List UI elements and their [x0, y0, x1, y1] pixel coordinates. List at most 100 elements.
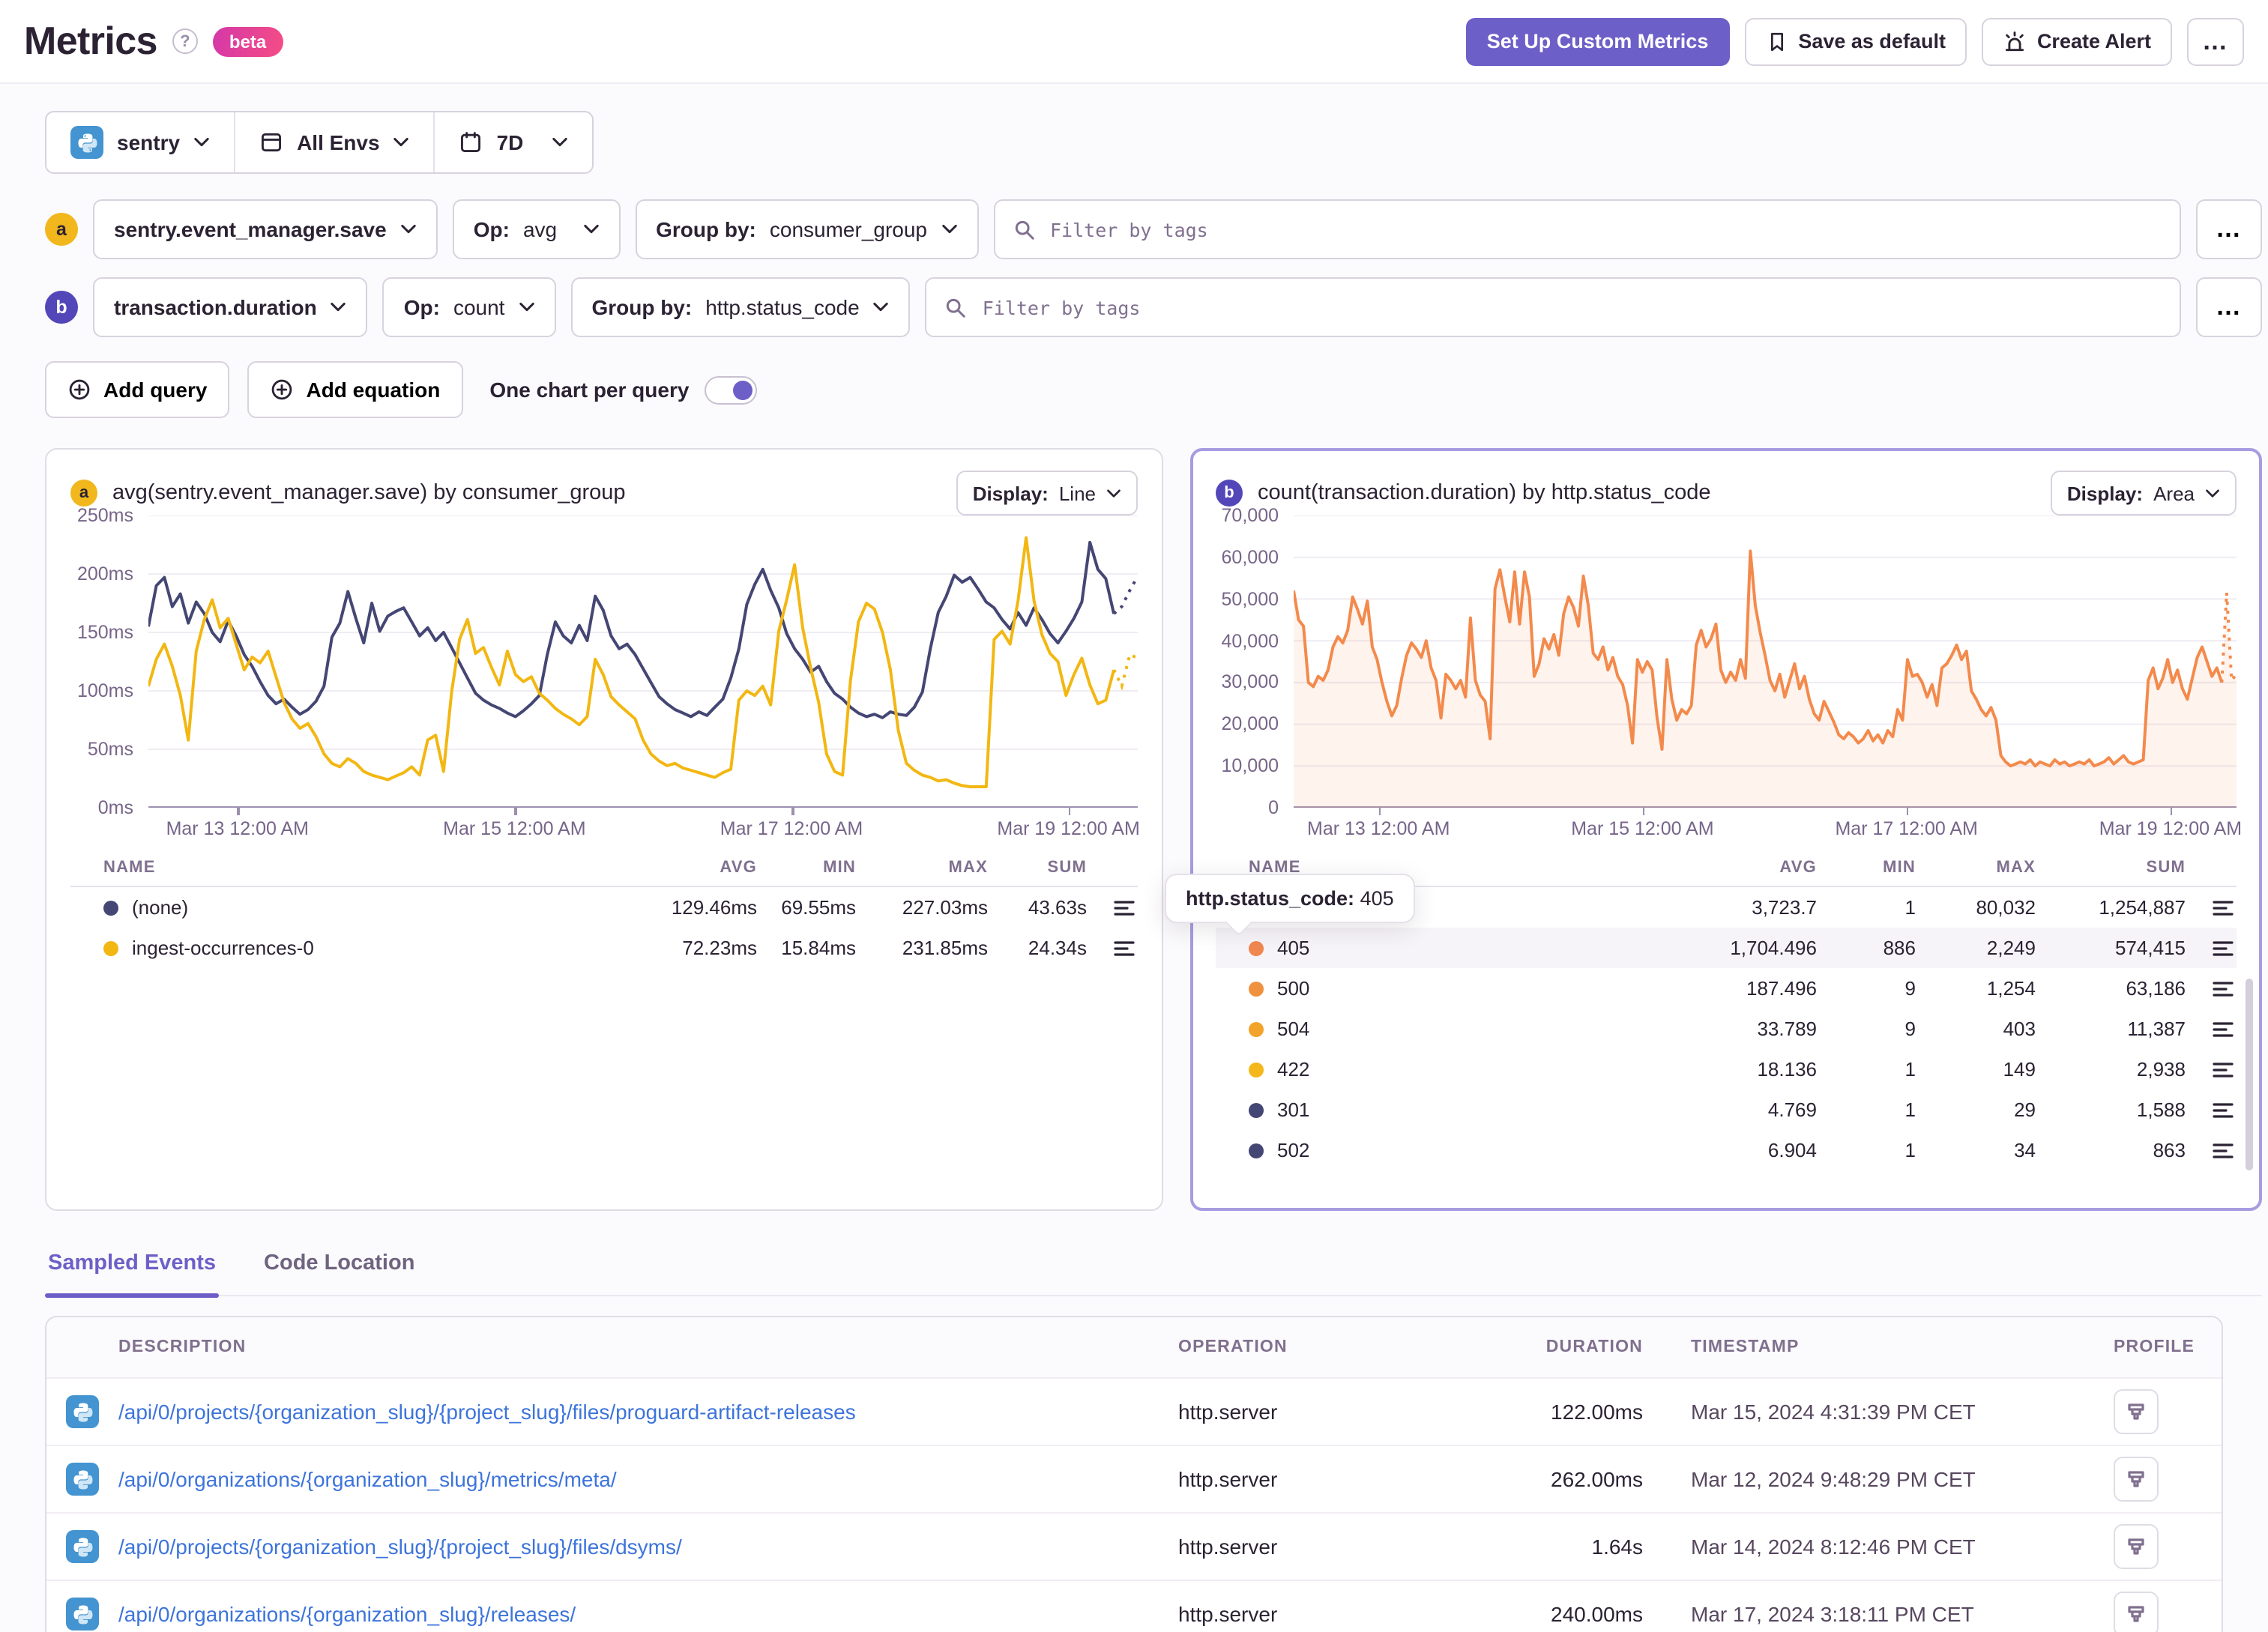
op-selector-b[interactable]: Op: count	[382, 277, 556, 337]
series-row-502[interactable]: 502 6.904 1 34 863	[1216, 1130, 2237, 1170]
chart-card-a: a avg(sentry.event_manager.save) by cons…	[45, 448, 1163, 1211]
metrics-page: sentry All Envs 7D a sentry.event_manage…	[0, 84, 2268, 1632]
events-table-header: DESCRIPTION OPERATION DURATION TIMESTAMP…	[46, 1317, 2222, 1377]
tag-filter-input-a[interactable]	[1047, 217, 2162, 242]
toggle-knob	[732, 380, 753, 399]
query-badge-a: a	[45, 213, 78, 246]
event-operation: http.server	[1178, 1535, 1278, 1559]
date-range-selector[interactable]: 7D	[433, 112, 593, 172]
chevron-down-icon	[941, 224, 956, 234]
series-context-menu-icon[interactable]	[2186, 1141, 2237, 1159]
python-project-icon	[66, 1395, 99, 1428]
python-project-icon	[66, 1530, 99, 1563]
chart-plot-b[interactable]: Mar 13 12:00 AM Mar 15 12:00 AM Mar 17 12:…	[1294, 516, 2242, 839]
profile-flamechart-icon	[2128, 1403, 2144, 1420]
add-query-button[interactable]: Add query	[45, 361, 230, 418]
profile-button[interactable]	[2114, 1389, 2159, 1434]
event-operation: http.server	[1178, 1467, 1278, 1491]
metric-selector-b[interactable]: transaction.duration	[93, 277, 368, 337]
display-selector-a[interactable]: Display: Line	[956, 471, 1138, 516]
query-actions: Add query Add equation One chart per que…	[45, 361, 2262, 418]
event-timestamp: Mar 17, 2024 3:18:11 PM CET	[1691, 1602, 1974, 1626]
event-timestamp: Mar 14, 2024 8:12:46 PM CET	[1691, 1535, 1976, 1559]
window-icon	[262, 133, 282, 152]
chart-title-a: avg(sentry.event_manager.save) by consum…	[112, 481, 626, 505]
profile-button[interactable]	[2114, 1524, 2159, 1569]
header-more-button[interactable]: …	[2187, 17, 2244, 65]
tab-code-location[interactable]: Code Location	[261, 1251, 417, 1295]
series-row[interactable]: (none) 129.46ms 69.55ms 227.03ms 43.63s	[70, 887, 1138, 928]
series-context-menu-icon[interactable]	[1087, 898, 1138, 916]
event-row: /api/0/projects/{organization_slug}/{pro…	[46, 1512, 2222, 1580]
y-axis-labels: 0ms 50ms 100ms 150ms 200ms 250ms	[76, 505, 133, 818]
display-selector-b[interactable]: Display: Area	[2050, 471, 2237, 516]
series-color-dot	[103, 940, 118, 955]
query-row-b: b transaction.duration Op: count Group by…	[45, 277, 2262, 337]
profile-flamechart-icon	[2128, 1471, 2144, 1487]
query-more-button-b[interactable]: …	[2196, 277, 2262, 337]
event-row: /api/0/projects/{organization_slug}/{pro…	[46, 1377, 2222, 1445]
series-color-dot	[1249, 1143, 1264, 1158]
series-row[interactable]: ingest-occurrences-0 72.23ms 15.84ms 231…	[70, 928, 1138, 968]
series-row-405[interactable]: 405 1,704.496 886 2,249 574,415	[1216, 928, 2237, 968]
help-icon[interactable]: ?	[172, 28, 198, 54]
chevron-down-icon	[552, 137, 568, 147]
series-context-menu-icon[interactable]	[2186, 979, 2237, 997]
summary-scrollbar[interactable]	[2246, 979, 2253, 1170]
profile-button[interactable]	[2114, 1457, 2159, 1502]
series-tooltip: http.status_code: 405	[1165, 874, 1415, 923]
profile-button[interactable]	[2114, 1592, 2159, 1632]
setup-custom-metrics-button[interactable]: Set Up Custom Metrics	[1465, 17, 1730, 65]
event-operation: http.server	[1178, 1602, 1278, 1626]
chevron-down-icon	[1107, 489, 1121, 497]
summary-header: NAME AVG MIN MAX SUM	[70, 848, 1138, 887]
add-equation-button[interactable]: Add equation	[247, 361, 463, 418]
series-context-menu-icon[interactable]	[2186, 939, 2237, 957]
chart-card-b[interactable]: b count(transaction.duration) by http.st…	[1165, 448, 2262, 1211]
page-header: Metrics ? beta Set Up Custom Metrics Sav…	[0, 0, 2268, 84]
chart-title-b: count(transaction.duration) by http.stat…	[1258, 481, 1711, 505]
tab-sampled-events[interactable]: Sampled Events	[45, 1251, 220, 1298]
series-color-dot	[1249, 981, 1264, 996]
series-context-menu-icon[interactable]	[2186, 1020, 2237, 1038]
groupby-selector-a[interactable]: Group by: consumer_group	[635, 199, 978, 259]
event-description-link[interactable]: /api/0/projects/{organization_slug}/{pro…	[118, 1535, 682, 1559]
metric-selector-a[interactable]: sentry.event_manager.save	[93, 199, 438, 259]
query-row-a: a sentry.event_manager.save Op: avg Group…	[45, 199, 2262, 259]
series-context-menu-icon[interactable]	[2186, 1060, 2237, 1078]
event-description-link[interactable]: /api/0/projects/{organization_slug}/{pro…	[118, 1400, 856, 1424]
query-more-button-a[interactable]: …	[2196, 199, 2262, 259]
chevron-down-icon	[2206, 489, 2219, 497]
area-chart-b: 0 10,000 20,000 30,000 40,000 50,000 60,000 70,…	[1216, 505, 2243, 839]
one-chart-per-query-toggle[interactable]	[704, 375, 757, 404]
chart-plot-a[interactable]: Mar 13 12:00 AM Mar 15 12:00 AM Mar 17 12:…	[148, 516, 1140, 839]
environment-selector[interactable]: All Envs	[234, 112, 434, 172]
chevron-down-icon	[874, 302, 889, 312]
groupby-selector-b[interactable]: Group by: http.status_code	[570, 277, 911, 337]
bookmark-icon	[1770, 31, 1783, 51]
python-project-icon	[70, 126, 103, 159]
op-selector-a[interactable]: Op: avg	[452, 199, 621, 259]
series-row-500[interactable]: 500 187.496 9 1,254 63,186	[1216, 968, 2237, 1009]
chevron-down-icon	[331, 302, 346, 312]
profile-flamechart-icon	[2128, 1606, 2144, 1622]
create-alert-button[interactable]: Create Alert	[1981, 17, 2172, 65]
series-context-menu-icon[interactable]	[2186, 898, 2237, 916]
series-context-menu-icon[interactable]	[1087, 939, 1138, 957]
search-icon	[947, 297, 966, 317]
series-color-dot	[1249, 1102, 1264, 1117]
event-description-link[interactable]: /api/0/organizations/{organization_slug}…	[118, 1602, 576, 1626]
series-row-301[interactable]: 301 4.769 1 29 1,588	[1216, 1089, 2237, 1130]
event-duration: 1.64s	[1591, 1535, 1644, 1559]
series-row-422[interactable]: 422 18.136 1 149 2,938	[1216, 1049, 2237, 1089]
tag-filter-input-b[interactable]	[979, 294, 2162, 320]
project-selector[interactable]: sentry	[46, 112, 234, 172]
series-context-menu-icon[interactable]	[2186, 1101, 2237, 1119]
chart-badge-a: a	[70, 480, 97, 507]
series-row-504[interactable]: 504 33.789 9 403 11,387	[1216, 1009, 2237, 1049]
chevron-down-icon	[194, 137, 209, 147]
event-description-link[interactable]: /api/0/organizations/{organization_slug}…	[118, 1467, 617, 1491]
query-badge-b: b	[45, 291, 78, 324]
event-duration: 262.00ms	[1551, 1467, 1643, 1491]
save-as-default-button[interactable]: Save as default	[1744, 17, 1967, 65]
